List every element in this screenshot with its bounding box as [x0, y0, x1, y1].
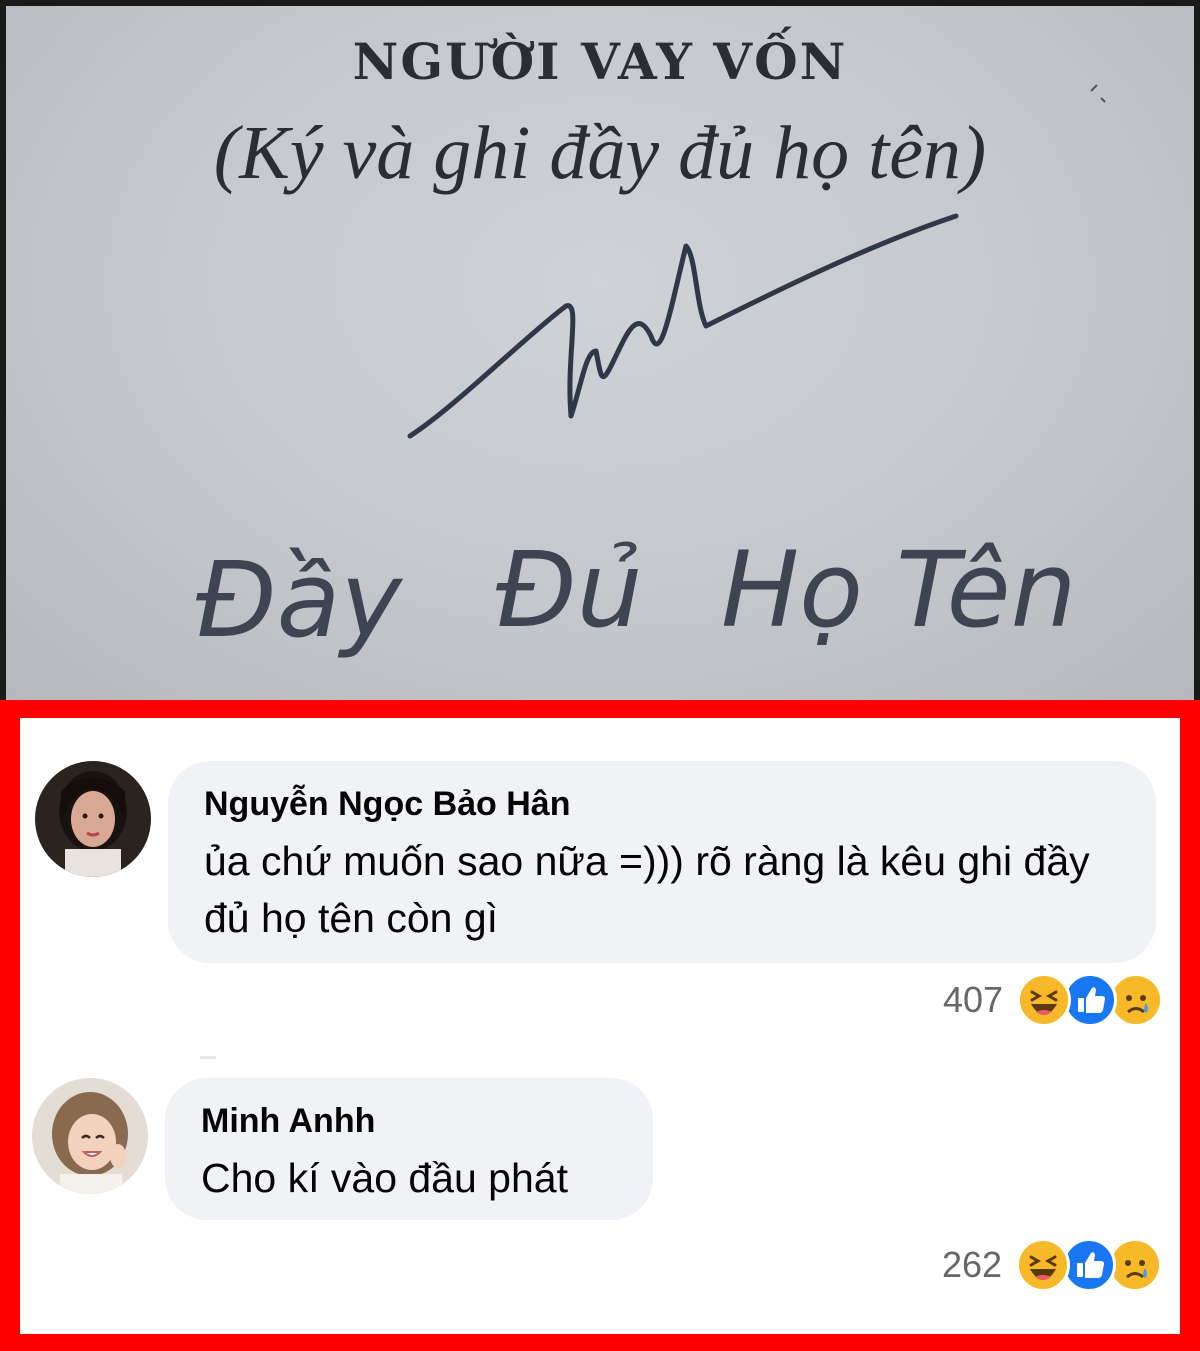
sad-icon	[1108, 1238, 1163, 1292]
reaction-summary[interactable]: 262	[942, 1238, 1163, 1292]
sad-icon	[1109, 973, 1164, 1027]
comments-frame: Nguyễn Ngọc Bảo Hân ủa chứ muốn sao nữa …	[0, 700, 1200, 1351]
document-photo: NGƯỜI VAY VỐN (Ký và ghi đầy đủ họ tên) …	[0, 0, 1200, 700]
handwritten-word: Đủ	[496, 529, 643, 651]
signature-scribble	[407, 213, 959, 439]
comment-bubble[interactable]: Minh Anhh Cho kí vào đầu phát	[165, 1078, 653, 1220]
reaction-summary[interactable]: 407	[943, 973, 1164, 1027]
comment-bubble[interactable]: Nguyễn Ngọc Bảo Hân ủa chứ muốn sao nữa …	[168, 761, 1156, 963]
comment-text: Cho kí vào đầu phát	[201, 1155, 568, 1201]
comments-list: Nguyễn Ngọc Bảo Hân ủa chứ muốn sao nữa …	[20, 718, 1180, 1334]
like-icon	[1063, 973, 1118, 1027]
paper-sheet: NGƯỜI VAY VỐN (Ký và ghi đầy đủ họ tên) …	[6, 6, 1194, 700]
avatar-photo-icon	[35, 761, 151, 877]
haha-icon	[1017, 973, 1072, 1027]
comment-author[interactable]: Nguyễn Ngọc Bảo Hân	[204, 785, 570, 824]
comment-author[interactable]: Minh Anhh	[201, 1102, 375, 1141]
avatar-photo-icon	[32, 1078, 148, 1194]
avatar[interactable]	[32, 1078, 148, 1194]
handwritten-word: Họ	[721, 529, 863, 651]
reaction-count: 407	[943, 979, 1004, 1020]
handwriting-area: Đầy Đủ Họ Tên	[196, 84, 1106, 661]
like-icon	[1062, 1238, 1117, 1292]
handwritten-word: Tên	[896, 529, 1077, 651]
reaction-count: 262	[942, 1244, 1003, 1285]
comment-text: ủa chứ muốn sao nữa =))) rõ ràng là kêu …	[204, 838, 1090, 941]
avatar[interactable]	[35, 761, 151, 877]
handwritten-word: Đầy	[196, 539, 403, 661]
haha-icon	[1016, 1238, 1071, 1292]
divider-mark	[200, 1056, 216, 1059]
paper-mark	[1090, 84, 1106, 103]
